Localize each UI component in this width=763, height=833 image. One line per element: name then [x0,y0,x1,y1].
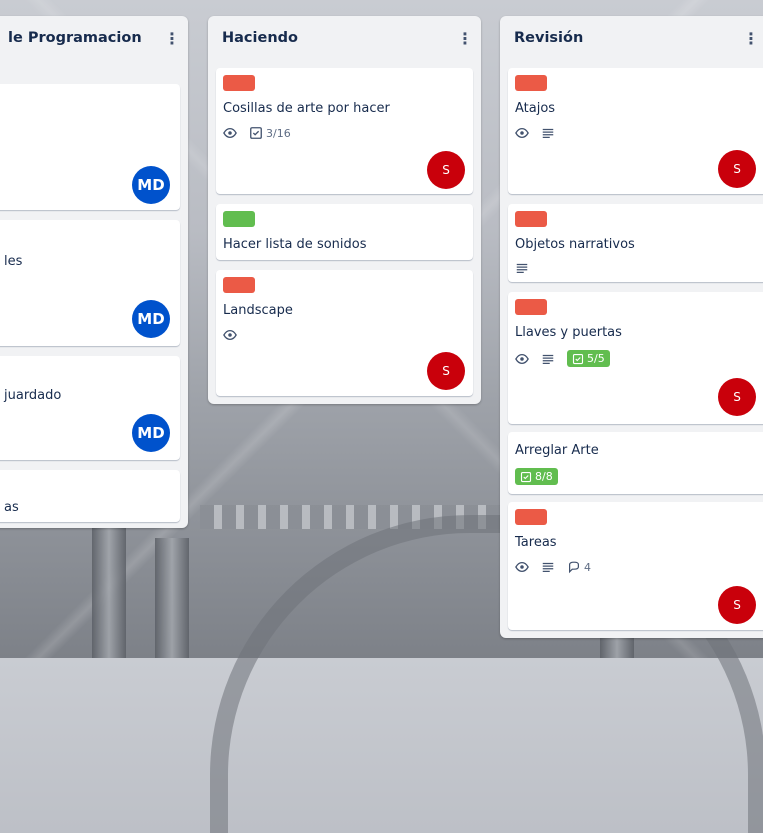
more-vertical-icon[interactable]: ⋮ [743,29,759,48]
card[interactable]: Hacer lista de sonidos [216,204,473,260]
checklist-badge-complete: 5/5 [567,350,610,367]
card[interactable]: Cosillas de arte por hacer 3/16 S [216,68,473,194]
card[interactable]: Llaves y puertas 5/5 S [508,292,763,424]
card[interactable]: les MD [0,220,180,346]
avatar[interactable]: MD [132,414,170,452]
card-label-green [223,211,255,227]
list-header: Revisión ⋮ [500,16,763,60]
checklist-count: 3/16 [266,126,291,140]
eye-icon [223,126,237,140]
checklist-count: 8/8 [535,470,553,483]
checklist-icon [520,471,532,482]
eye-icon [223,328,237,342]
comment-icon [569,561,579,574]
avatar[interactable]: S [718,378,756,416]
card-title: Atajos [515,101,556,116]
card-badges: 4 [515,560,591,574]
card-title: Objetos narrativos [515,237,635,252]
description-icon [515,261,529,275]
card[interactable]: Objetos narrativos [508,204,763,282]
card-badges: 8/8 [515,468,558,485]
checklist-badge: 3/16 [249,126,291,140]
list-title: le Programacion [8,30,142,46]
list-column: Haciendo ⋮ Cosillas de arte por hacer 3/… [208,16,481,404]
checklist-icon [572,353,584,364]
avatar[interactable]: S [718,150,756,188]
card-title: Cosillas de arte por hacer [223,101,390,116]
list-column: le Programacion ⋮ MD les MD juardado MD … [0,16,188,528]
list-header: Haciendo ⋮ [208,16,481,60]
card-title: Tareas [515,535,557,550]
card-label-red [515,211,547,227]
list-header: le Programacion ⋮ [0,16,188,60]
comments-badge: 4 [567,560,591,574]
more-vertical-icon[interactable]: ⋮ [164,29,180,48]
avatar[interactable]: S [718,586,756,624]
list-column: Revisión ⋮ Atajos S Objetos narrativos L… [500,16,763,638]
card-badges [515,126,555,140]
card-title: as [4,500,19,515]
card-badges [223,328,237,342]
background-column [155,538,189,658]
list-title: Haciendo [222,30,298,46]
list-title: Revisión [514,30,584,46]
card[interactable]: juardado MD [0,356,180,460]
eye-icon [515,352,529,366]
card-title: les [4,254,23,269]
avatar[interactable]: S [427,352,465,390]
card[interactable]: Atajos S [508,68,763,194]
card-title: Arreglar Arte [515,443,599,458]
card-badges [515,261,529,275]
card-badges: 3/16 [223,126,291,140]
checklist-icon [250,127,262,139]
checklist-badge-complete: 8/8 [515,468,558,485]
card-label-red [223,277,255,293]
comment-count: 4 [584,560,591,574]
more-vertical-icon[interactable]: ⋮ [457,29,473,48]
card-label-red [223,75,255,91]
card-label-red [515,75,547,91]
eye-icon [515,560,529,574]
card-badges: 5/5 [515,350,610,367]
description-icon [541,560,555,574]
card[interactable]: Tareas 4 S [508,502,763,630]
card-title: Hacer lista de sonidos [223,237,367,252]
avatar[interactable]: MD [132,300,170,338]
eye-icon [515,126,529,140]
card-title: juardado [4,388,62,403]
card[interactable]: as [0,470,180,522]
card[interactable]: Landscape S [216,270,473,396]
card[interactable]: Arreglar Arte 8/8 [508,432,763,494]
card-title: Landscape [223,303,293,318]
background-column [92,528,126,658]
avatar[interactable]: S [427,151,465,189]
card-label-red [515,509,547,525]
checklist-count: 5/5 [587,352,605,365]
description-icon [541,352,555,366]
card-title: Llaves y puertas [515,325,622,340]
avatar[interactable]: MD [132,166,170,204]
card[interactable]: MD [0,84,180,210]
description-icon [541,126,555,140]
card-label-red [515,299,547,315]
